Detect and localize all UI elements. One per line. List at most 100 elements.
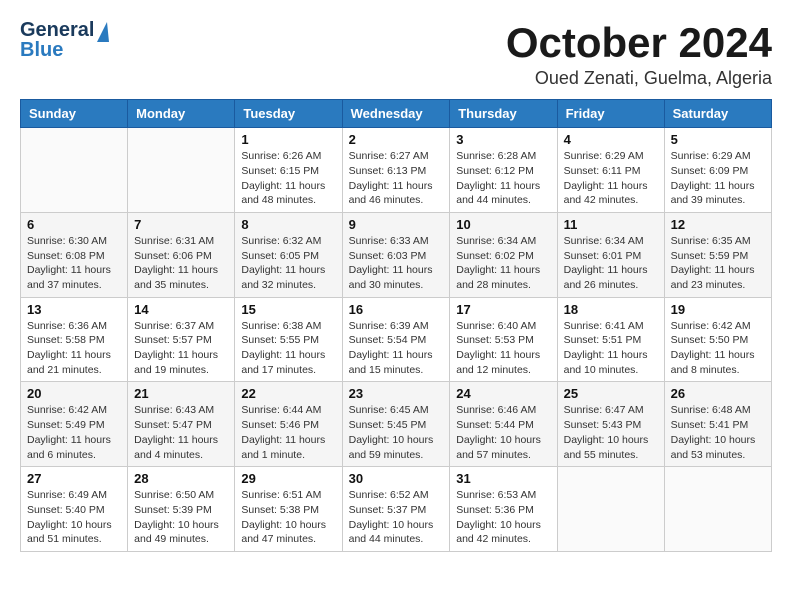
calendar-cell: 13Sunrise: 6:36 AMSunset: 5:58 PMDayligh…	[21, 297, 128, 382]
calendar-cell	[664, 467, 771, 552]
day-number: 1	[241, 132, 335, 147]
calendar-cell: 28Sunrise: 6:50 AMSunset: 5:39 PMDayligh…	[128, 467, 235, 552]
day-header-saturday: Saturday	[664, 100, 771, 128]
cell-content: Sunrise: 6:44 AMSunset: 5:46 PMDaylight:…	[241, 403, 335, 462]
cell-content: Sunrise: 6:32 AMSunset: 6:05 PMDaylight:…	[241, 234, 335, 293]
day-header-tuesday: Tuesday	[235, 100, 342, 128]
day-number: 7	[134, 217, 228, 232]
calendar-cell: 25 Sunrise: 6:47 AMSunset: 5:43 PMDayligh…	[557, 382, 664, 467]
cell-content: Sunrise: 6:49 AMSunset: 5:40 PMDaylight:…	[27, 488, 121, 547]
cell-content: Sunrise: 6:46 AMSunset: 5:44 PMDaylight:…	[456, 403, 550, 462]
day-number: 25	[564, 386, 658, 401]
day-number: 12	[671, 217, 765, 232]
logo-bottom: Blue	[20, 40, 63, 60]
logo-top: General	[20, 20, 94, 40]
day-number: 9	[349, 217, 444, 232]
cell-content: Sunrise: 6:29 AMSunset: 6:11 PMDaylight:…	[564, 149, 658, 208]
calendar-cell: 12Sunrise: 6:35 AMSunset: 5:59 PMDayligh…	[664, 212, 771, 297]
cell-content: Sunrise: 6:38 AMSunset: 5:55 PMDaylight:…	[241, 319, 335, 378]
calendar-cell: 21 Sunrise: 6:43 AMSunset: 5:47 PMDayligh…	[128, 382, 235, 467]
day-number: 14	[134, 302, 228, 317]
calendar-header-row: SundayMondayTuesdayWednesdayThursdayFrid…	[21, 100, 772, 128]
day-header-thursday: Thursday	[450, 100, 557, 128]
cell-content: Sunrise: 6:31 AMSunset: 6:06 PMDaylight:…	[134, 234, 228, 293]
day-number: 11	[564, 217, 658, 232]
calendar-cell: 2Sunrise: 6:27 AMSunset: 6:13 PMDaylight…	[342, 128, 450, 213]
day-header-monday: Monday	[128, 100, 235, 128]
month-title: October 2024	[506, 20, 772, 66]
cell-content: Sunrise: 6:41 AMSunset: 5:51 PMDaylight:…	[564, 319, 658, 378]
cell-content: Sunrise: 6:53 AMSunset: 5:36 PMDaylight:…	[456, 488, 550, 547]
calendar-cell: 20Sunrise: 6:42 AMSunset: 5:49 PMDayligh…	[21, 382, 128, 467]
cell-content: Sunrise: 6:52 AMSunset: 5:37 PMDaylight:…	[349, 488, 444, 547]
calendar-cell: 18 Sunrise: 6:41 AMSunset: 5:51 PMDayligh…	[557, 297, 664, 382]
cell-content: Sunrise: 6:34 AMSunset: 6:02 PMDaylight:…	[456, 234, 550, 293]
week-row-4: 20Sunrise: 6:42 AMSunset: 5:49 PMDayligh…	[21, 382, 772, 467]
cell-content: Sunrise: 6:33 AMSunset: 6:03 PMDaylight:…	[349, 234, 444, 293]
cell-content: Sunrise: 6:28 AMSunset: 6:12 PMDaylight:…	[456, 149, 550, 208]
cell-content: Sunrise: 6:51 AMSunset: 5:38 PMDaylight:…	[241, 488, 335, 547]
title-area: October 2024 Oued Zenati, Guelma, Algeri…	[506, 20, 772, 89]
day-number: 23	[349, 386, 444, 401]
day-number: 26	[671, 386, 765, 401]
cell-content: Sunrise: 6:48 AMSunset: 5:41 PMDaylight:…	[671, 403, 765, 462]
calendar-cell: 16 Sunrise: 6:39 AMSunset: 5:54 PMDayligh…	[342, 297, 450, 382]
calendar-cell: 7 Sunrise: 6:31 AMSunset: 6:06 PMDaylight…	[128, 212, 235, 297]
calendar-cell	[21, 128, 128, 213]
day-header-friday: Friday	[557, 100, 664, 128]
day-number: 16	[349, 302, 444, 317]
calendar-cell: 10Sunrise: 6:34 AMSunset: 6:02 PMDayligh…	[450, 212, 557, 297]
week-row-1: 1 Sunrise: 6:26 AMSunset: 6:15 PMDaylight…	[21, 128, 772, 213]
day-number: 8	[241, 217, 335, 232]
cell-content: Sunrise: 6:40 AMSunset: 5:53 PMDaylight:…	[456, 319, 550, 378]
calendar-cell: 3 Sunrise: 6:28 AMSunset: 6:12 PMDaylight…	[450, 128, 557, 213]
cell-content: Sunrise: 6:26 AMSunset: 6:15 PMDaylight:…	[241, 149, 335, 208]
calendar-cell: 15 Sunrise: 6:38 AMSunset: 5:55 PMDayligh…	[235, 297, 342, 382]
day-number: 18	[564, 302, 658, 317]
day-number: 24	[456, 386, 550, 401]
day-number: 4	[564, 132, 658, 147]
location-title: Oued Zenati, Guelma, Algeria	[506, 68, 772, 89]
calendar-cell: 24 Sunrise: 6:46 AMSunset: 5:44 PMDayligh…	[450, 382, 557, 467]
cell-content: Sunrise: 6:29 AMSunset: 6:09 PMDaylight:…	[671, 149, 765, 208]
day-number: 3	[456, 132, 550, 147]
week-row-5: 27Sunrise: 6:49 AMSunset: 5:40 PMDayligh…	[21, 467, 772, 552]
header: General Blue October 2024 Oued Zenati, G…	[20, 20, 772, 89]
calendar-cell: 26 Sunrise: 6:48 AMSunset: 5:41 PMDayligh…	[664, 382, 771, 467]
cell-content: Sunrise: 6:47 AMSunset: 5:43 PMDaylight:…	[564, 403, 658, 462]
cell-content: Sunrise: 6:30 AMSunset: 6:08 PMDaylight:…	[27, 234, 121, 293]
day-header-wednesday: Wednesday	[342, 100, 450, 128]
week-row-2: 6 Sunrise: 6:30 AMSunset: 6:08 PMDaylight…	[21, 212, 772, 297]
day-number: 30	[349, 471, 444, 486]
calendar-cell: 31Sunrise: 6:53 AMSunset: 5:36 PMDayligh…	[450, 467, 557, 552]
calendar-cell: 8 Sunrise: 6:32 AMSunset: 6:05 PMDaylight…	[235, 212, 342, 297]
week-row-3: 13Sunrise: 6:36 AMSunset: 5:58 PMDayligh…	[21, 297, 772, 382]
cell-content: Sunrise: 6:37 AMSunset: 5:57 PMDaylight:…	[134, 319, 228, 378]
cell-content: Sunrise: 6:27 AMSunset: 6:13 PMDaylight:…	[349, 149, 444, 208]
calendar-cell	[128, 128, 235, 213]
cell-content: Sunrise: 6:42 AMSunset: 5:50 PMDaylight:…	[671, 319, 765, 378]
calendar-cell: 9 Sunrise: 6:33 AMSunset: 6:03 PMDaylight…	[342, 212, 450, 297]
day-number: 17	[456, 302, 550, 317]
calendar-cell: 17 Sunrise: 6:40 AMSunset: 5:53 PMDayligh…	[450, 297, 557, 382]
cell-content: Sunrise: 6:45 AMSunset: 5:45 PMDaylight:…	[349, 403, 444, 462]
day-number: 6	[27, 217, 121, 232]
day-number: 22	[241, 386, 335, 401]
day-number: 15	[241, 302, 335, 317]
day-number: 13	[27, 302, 121, 317]
calendar-cell: 30 Sunrise: 6:52 AMSunset: 5:37 PMDayligh…	[342, 467, 450, 552]
calendar-cell: 5 Sunrise: 6:29 AMSunset: 6:09 PMDaylight…	[664, 128, 771, 213]
logo: General Blue	[20, 20, 109, 60]
calendar-cell: 27Sunrise: 6:49 AMSunset: 5:40 PMDayligh…	[21, 467, 128, 552]
calendar: SundayMondayTuesdayWednesdayThursdayFrid…	[20, 99, 772, 552]
cell-content: Sunrise: 6:50 AMSunset: 5:39 PMDaylight:…	[134, 488, 228, 547]
calendar-cell: 1 Sunrise: 6:26 AMSunset: 6:15 PMDaylight…	[235, 128, 342, 213]
calendar-cell: 4 Sunrise: 6:29 AMSunset: 6:11 PMDaylight…	[557, 128, 664, 213]
cell-content: Sunrise: 6:34 AMSunset: 6:01 PMDaylight:…	[564, 234, 658, 293]
calendar-cell	[557, 467, 664, 552]
cell-content: Sunrise: 6:39 AMSunset: 5:54 PMDaylight:…	[349, 319, 444, 378]
day-number: 5	[671, 132, 765, 147]
cell-content: Sunrise: 6:43 AMSunset: 5:47 PMDaylight:…	[134, 403, 228, 462]
day-number: 21	[134, 386, 228, 401]
day-number: 19	[671, 302, 765, 317]
